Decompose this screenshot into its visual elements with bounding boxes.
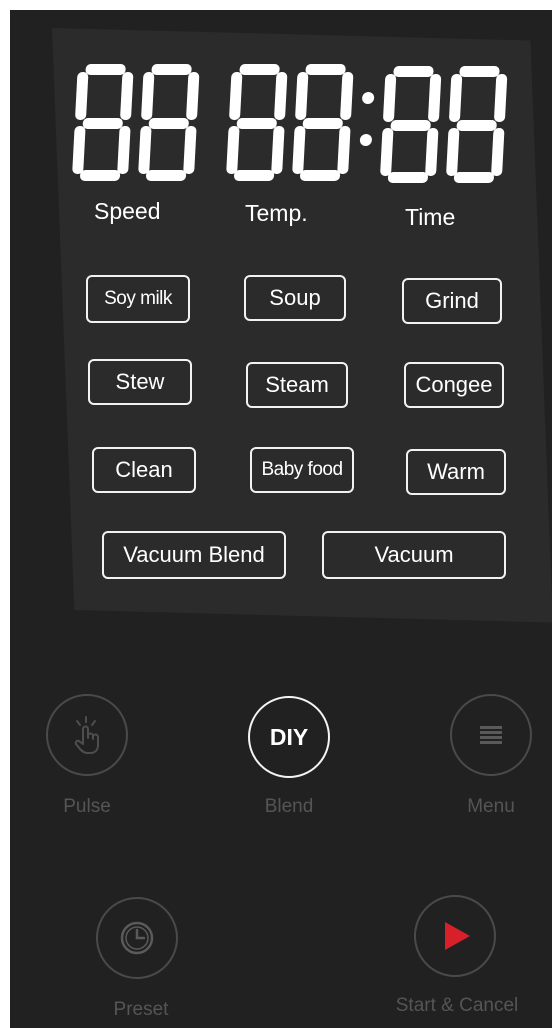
time-digit-1 bbox=[379, 66, 442, 183]
mode-button-soy-milk[interactable]: Soy milk bbox=[86, 275, 190, 323]
seven-segment-display bbox=[72, 64, 508, 183]
mode-button-stew[interactable]: Stew bbox=[88, 359, 192, 405]
start-cancel-button[interactable] bbox=[414, 895, 496, 977]
temp-indicator-label: Temp. bbox=[245, 200, 308, 226]
speed-digit-2 bbox=[137, 64, 200, 181]
blend-button[interactable]: DIY bbox=[248, 696, 330, 778]
menu-lines-icon bbox=[480, 726, 502, 744]
mode-button-steam[interactable]: Steam bbox=[246, 362, 348, 408]
hand-tap-icon bbox=[74, 716, 99, 754]
time-digit-2 bbox=[445, 66, 508, 183]
menu-label: Menu bbox=[467, 796, 515, 817]
speed-digit-1 bbox=[72, 64, 134, 181]
mode-button-baby-food[interactable]: Baby food bbox=[250, 447, 354, 493]
time-colon-top bbox=[362, 92, 375, 104]
temp-digit-2 bbox=[291, 64, 354, 181]
mode-button-warm[interactable]: Warm bbox=[406, 449, 506, 495]
preset-label: Preset bbox=[113, 999, 169, 1020]
mode-button-soup[interactable]: Soup bbox=[244, 275, 346, 321]
time-indicator-label: Time bbox=[405, 204, 456, 230]
play-icon bbox=[445, 922, 470, 950]
mode-button-clean[interactable]: Clean bbox=[92, 447, 196, 493]
temp-digit-1 bbox=[225, 64, 288, 181]
mode-button-vacuum-blend[interactable]: Vacuum Blend bbox=[102, 531, 286, 579]
menu-button[interactable] bbox=[450, 694, 532, 776]
mode-button-grind[interactable]: Grind bbox=[402, 278, 502, 324]
start-cancel-label: Start & Cancel bbox=[395, 995, 519, 1016]
speed-indicator-label: Speed bbox=[94, 198, 161, 224]
diy-icon: DIY bbox=[269, 723, 309, 750]
time-colon-bottom bbox=[359, 134, 372, 146]
clock-icon bbox=[120, 921, 154, 955]
blend-label: Blend bbox=[264, 796, 314, 817]
pulse-label: Pulse bbox=[63, 796, 111, 817]
mode-button-vacuum[interactable]: Vacuum bbox=[322, 531, 506, 579]
mode-button-congee[interactable]: Congee bbox=[404, 362, 504, 408]
pulse-button[interactable] bbox=[46, 694, 128, 776]
preset-button[interactable] bbox=[96, 897, 178, 979]
